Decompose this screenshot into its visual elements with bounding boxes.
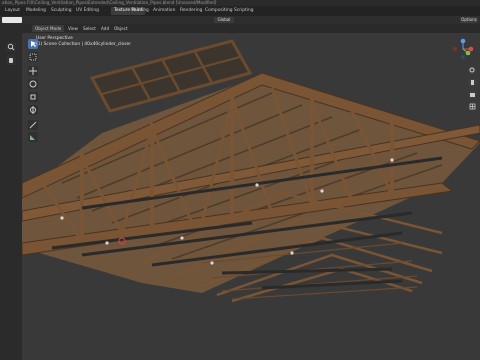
viewport-selector[interactable] <box>2 17 22 23</box>
camera-icon[interactable] <box>468 90 477 99</box>
zoom-icon[interactable] <box>6 42 16 52</box>
menu-add[interactable]: Add <box>101 25 109 32</box>
menu-view[interactable]: View <box>68 25 78 32</box>
annotate-icon[interactable] <box>28 120 38 130</box>
tool-settings-bar: Global Options <box>0 16 480 24</box>
tab-scripting[interactable]: Scripting <box>231 7 257 15</box>
pan-view-icon[interactable] <box>468 78 477 87</box>
rotate-icon[interactable] <box>28 79 38 89</box>
tab-uv-editing[interactable]: UV Editing <box>73 7 102 15</box>
3d-viewport[interactable] <box>22 33 480 360</box>
options-dropdown[interactable]: Options <box>460 17 478 23</box>
mode-dropdown[interactable]: Object Mode <box>32 25 65 32</box>
tab-sculpting[interactable]: Sculpting <box>48 7 75 15</box>
workspace-bar: Layout Modeling Sculpting UV Editing Tex… <box>0 6 480 16</box>
transform-orientation-dropdown[interactable]: Global <box>214 17 234 23</box>
tab-layout[interactable]: Layout <box>2 7 23 15</box>
tab-shading[interactable]: Shading <box>128 7 152 15</box>
transform-icon[interactable] <box>28 105 38 115</box>
hand-icon[interactable] <box>6 55 16 65</box>
select-box-icon[interactable] <box>28 52 38 62</box>
grid-icon[interactable] <box>468 102 477 111</box>
zoom-view-icon[interactable] <box>468 66 477 75</box>
menu-select[interactable]: Select <box>83 25 96 32</box>
tab-modeling[interactable]: Modeling <box>23 7 49 15</box>
navigation-gizmo[interactable] <box>452 38 474 60</box>
left-toolbar-strip <box>0 24 22 360</box>
collection-label: (1) Scene Collection | 40x40cylinder_clo… <box>36 42 131 47</box>
measure-icon[interactable] <box>28 132 38 142</box>
menu-object[interactable]: Object <box>114 25 128 32</box>
tab-animation[interactable]: Animation <box>150 7 178 15</box>
roof-truss-model <box>22 39 480 303</box>
move-icon[interactable] <box>28 66 38 76</box>
viewport-info: User Perspective (1) Scene Collection | … <box>36 36 131 48</box>
scale-icon[interactable] <box>28 92 38 102</box>
viewport-header: Object Mode View Select Add Object <box>22 24 480 33</box>
